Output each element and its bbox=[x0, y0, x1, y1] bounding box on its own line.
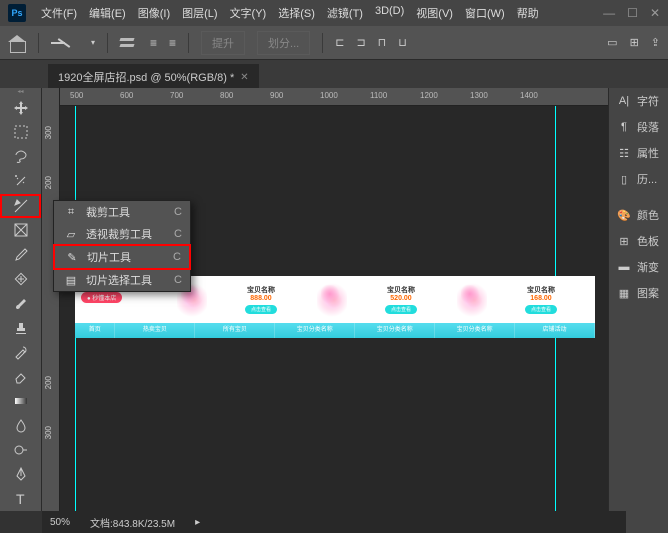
move-tool[interactable] bbox=[0, 96, 41, 120]
main-menu: 文件(F) 编辑(E) 图像(I) 图层(L) 文字(Y) 选择(S) 滤镜(T… bbox=[36, 3, 603, 23]
zoom-level[interactable]: 50% bbox=[50, 517, 70, 528]
close-icon[interactable]: ✕ bbox=[650, 6, 660, 20]
panel-paragraph[interactable]: ¶段落 bbox=[609, 114, 668, 140]
document-tabs: 1920全屏店招.psd @ 50%(RGB/8) * ✕ bbox=[0, 60, 668, 88]
panel-character[interactable]: A|字符 bbox=[609, 88, 668, 114]
marquee-tool[interactable] bbox=[0, 120, 41, 144]
menu-window[interactable]: 窗口(W) bbox=[460, 3, 510, 23]
product-image bbox=[457, 281, 487, 319]
window-controls: — ☐ ✕ bbox=[603, 6, 660, 20]
ctx-crop-tool[interactable]: ⌗裁剪工具C bbox=[54, 201, 190, 223]
right-panels: A|字符 ¶段落 ☷属性 ▯历... 🎨颜色 ⊞色板 ▬渐变 ▦图案 bbox=[608, 88, 668, 533]
ctx-slice-select-tool[interactable]: ▤切片选择工具C bbox=[54, 269, 190, 291]
brush-tool[interactable] bbox=[0, 291, 41, 315]
menu-filter[interactable]: 滤镜(T) bbox=[322, 3, 368, 23]
align3-icon[interactable]: ⊓ bbox=[378, 36, 387, 49]
crop-tool[interactable] bbox=[0, 194, 41, 219]
svg-text:T: T bbox=[16, 491, 25, 507]
stack-icon[interactable]: ≡ bbox=[150, 36, 157, 50]
stack2-icon[interactable]: ≡ bbox=[169, 36, 176, 50]
menu-select[interactable]: 选择(S) bbox=[273, 3, 320, 23]
blur-tool[interactable] bbox=[0, 413, 41, 437]
banner-nav: 首页热卖宝贝所有宝贝宝贝分类名称宝贝分类名称宝贝分类名称店铺活动 bbox=[75, 323, 595, 338]
toolbox-handle[interactable]: ◂◂ bbox=[0, 88, 41, 96]
title-bar: Ps 文件(F) 编辑(E) 图像(I) 图层(L) 文字(Y) 选择(S) 滤… bbox=[0, 0, 668, 26]
layers-icon[interactable] bbox=[120, 36, 138, 50]
ruler-vertical[interactable]: 300 200 200 300 bbox=[42, 106, 60, 511]
options-bar: ▾ ≡ ≡ 提升 划分... ⊏ ⊐ ⊓ ⊔ ▭ ⊞ ⇪ bbox=[0, 26, 668, 60]
align2-icon[interactable]: ⊐ bbox=[356, 36, 365, 49]
context-menu: ⌗裁剪工具C ▱透视裁剪工具C ✎切片工具C ▤切片选择工具C bbox=[53, 200, 191, 292]
panel-history[interactable]: ▯历... bbox=[609, 166, 668, 192]
app-logo: Ps bbox=[8, 4, 26, 22]
ctx-slice-tool[interactable]: ✎切片工具C bbox=[53, 244, 191, 270]
panel-color[interactable]: 🎨颜色 bbox=[609, 202, 668, 228]
product-3: 宝贝名称168.00点击查看 bbox=[455, 276, 595, 323]
history-brush-tool[interactable] bbox=[0, 340, 41, 364]
stamp-tool[interactable] bbox=[0, 316, 41, 340]
divide-button[interactable]: 划分... bbox=[257, 31, 310, 55]
wand-tool[interactable] bbox=[0, 169, 41, 193]
panel-properties[interactable]: ☷属性 bbox=[609, 140, 668, 166]
panel-gradient[interactable]: ▬渐变 bbox=[609, 254, 668, 280]
eraser-tool[interactable] bbox=[0, 365, 41, 389]
eyedropper-tool[interactable] bbox=[0, 242, 41, 266]
frame-tool[interactable] bbox=[0, 218, 41, 242]
menu-3d[interactable]: 3D(D) bbox=[370, 3, 409, 23]
status-chevron-icon[interactable]: ▸ bbox=[195, 517, 200, 528]
align1-icon[interactable]: ⊏ bbox=[335, 36, 344, 49]
product-1: 宝贝名称888.00点击查看 bbox=[175, 276, 315, 323]
banner-badge: ● 秒懂本店 bbox=[81, 292, 122, 303]
doc-label: 文档: bbox=[90, 519, 113, 530]
product-2: 宝贝名称520.00点击查看 bbox=[315, 276, 455, 323]
menu-edit[interactable]: 编辑(E) bbox=[84, 3, 131, 23]
type-tool[interactable]: T bbox=[0, 487, 41, 511]
product-image bbox=[317, 281, 347, 319]
menu-type[interactable]: 文字(Y) bbox=[225, 3, 272, 23]
menu-image[interactable]: 图像(I) bbox=[133, 3, 175, 23]
menu-help[interactable]: 帮助 bbox=[512, 3, 544, 23]
menu-file[interactable]: 文件(F) bbox=[36, 3, 82, 23]
menu-view[interactable]: 视图(V) bbox=[411, 3, 458, 23]
hide-button[interactable]: ▭ bbox=[607, 36, 617, 49]
maximize-icon[interactable]: ☐ bbox=[627, 6, 638, 20]
panel-pattern[interactable]: ▦图案 bbox=[609, 280, 668, 306]
document-tab[interactable]: 1920全屏店招.psd @ 50%(RGB/8) * ✕ bbox=[48, 64, 259, 88]
canvas-area: 500 600 700 800 900 1000 1100 1200 1300 … bbox=[42, 88, 668, 511]
lasso-tool[interactable] bbox=[0, 145, 41, 169]
doc-size: 843.8K/23.5M bbox=[113, 519, 175, 530]
workspace-switch-icon[interactable]: ⊞ bbox=[630, 36, 639, 49]
elevate-button[interactable]: 提升 bbox=[201, 31, 245, 55]
chevron-down-icon[interactable]: ▾ bbox=[91, 38, 95, 47]
ruler-horizontal[interactable]: 500 600 700 800 900 1000 1100 1200 1300 … bbox=[42, 88, 668, 106]
panel-swatches[interactable]: ⊞色板 bbox=[609, 228, 668, 254]
dodge-tool[interactable] bbox=[0, 438, 41, 462]
canvas-stage[interactable]: YOUR LOGO ● 秒懂本店 宝贝名称888.00点击查看 宝贝名称520.… bbox=[60, 106, 668, 511]
menu-layer[interactable]: 图层(L) bbox=[177, 3, 222, 23]
toolbox: ◂◂ T bbox=[0, 88, 42, 511]
share-icon[interactable]: ⇪ bbox=[651, 36, 660, 49]
pen-tool[interactable] bbox=[0, 462, 41, 486]
ctx-perspective-crop-tool[interactable]: ▱透视裁剪工具C bbox=[54, 223, 190, 245]
tab-title: 1920全屏店招.psd @ 50%(RGB/8) * bbox=[58, 69, 234, 85]
healing-tool[interactable] bbox=[0, 267, 41, 291]
tab-close-icon[interactable]: ✕ bbox=[240, 72, 248, 83]
gradient-tool[interactable] bbox=[0, 389, 41, 413]
home-icon[interactable] bbox=[8, 35, 26, 51]
status-bar: 50% 文档:843.8K/23.5M ▸ bbox=[42, 511, 626, 533]
minimize-icon[interactable]: — bbox=[603, 6, 615, 20]
switch-icon[interactable] bbox=[51, 36, 79, 50]
align4-icon[interactable]: ⊔ bbox=[398, 36, 407, 49]
